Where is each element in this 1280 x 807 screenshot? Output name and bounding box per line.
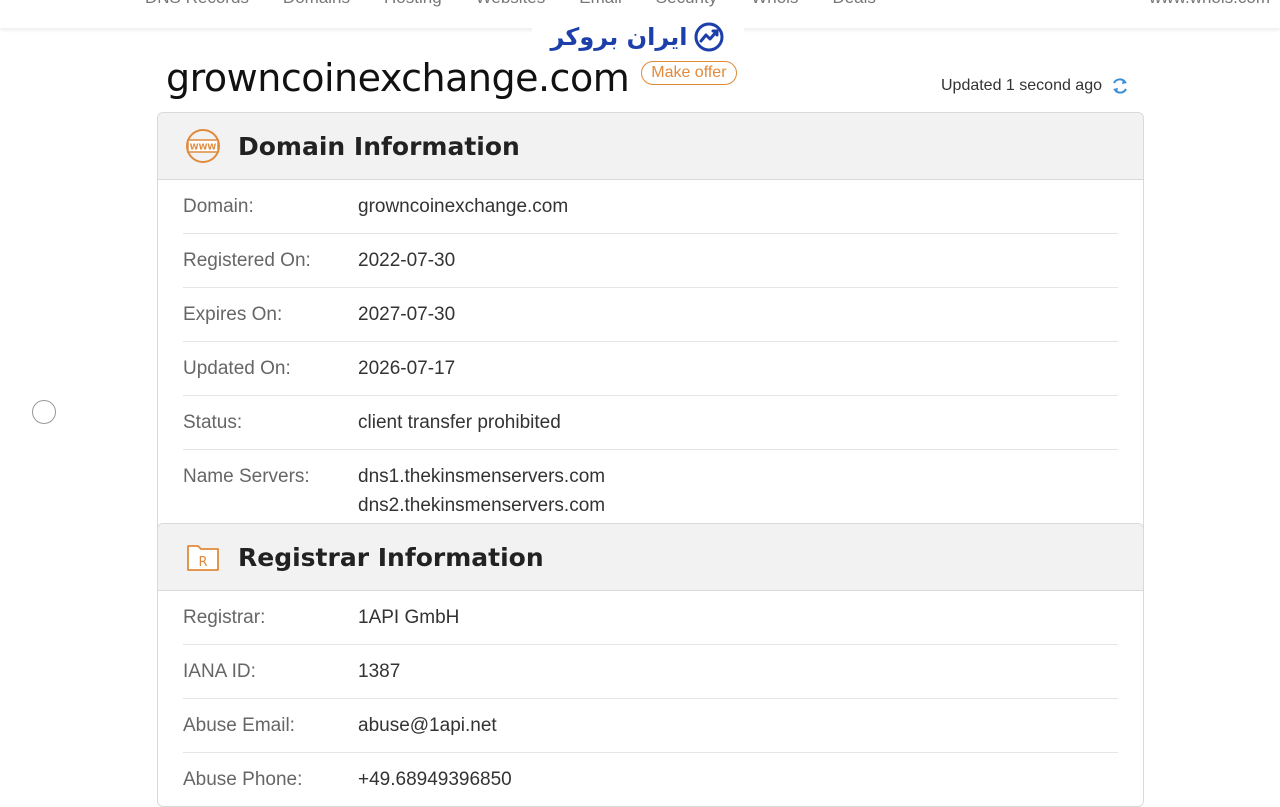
registrar-information-title: Registrar Information (238, 542, 544, 572)
nav-item-security[interactable]: Security (656, 0, 717, 8)
registrar-information-header: R Registrar Information (158, 524, 1143, 591)
row-value: 2026-07-17 (358, 358, 456, 379)
info-row: Updated On: 2026-07-17 (183, 342, 1118, 396)
iran-broker-logo[interactable]: ایران بروکر (532, 14, 744, 60)
registrar-icon: R (187, 545, 219, 571)
row-label: IANA ID: (183, 661, 256, 682)
info-row: IANA ID: 1387 (183, 645, 1118, 699)
row-label: Abuse Phone: (183, 769, 303, 790)
row-label: Registered On: (183, 250, 311, 271)
row-label: Domain: (183, 196, 254, 217)
info-row: Registered On: 2022-07-30 (183, 234, 1118, 288)
row-value: 1387 (358, 661, 401, 682)
make-offer-button[interactable]: Make offer (641, 61, 737, 85)
refresh-icon[interactable] (1110, 76, 1130, 96)
row-label: Abuse Email: (183, 715, 295, 736)
row-value: 2022-07-30 (358, 250, 456, 271)
nav-item-websites[interactable]: Websites (476, 0, 546, 8)
info-row: Status: client transfer prohibited (183, 396, 1118, 450)
nav-item-email[interactable]: Email (579, 0, 622, 8)
info-row: Name Servers: dns1.thekinsmenservers.com… (183, 450, 1118, 532)
domain-information-title: Domain Information (238, 131, 520, 161)
updated-status: Updated 1 second ago (941, 76, 1130, 96)
name-server-2: dns2.thekinsmenservers.com (358, 495, 606, 516)
row-label: Status: (183, 412, 243, 433)
info-row: Registrar: 1API GmbH (183, 591, 1118, 645)
row-value: client transfer prohibited (358, 412, 561, 433)
nav-menu: DNS Records Domains Hosting Websites Ema… (145, 0, 876, 8)
nav-item-hosting[interactable]: Hosting (384, 0, 442, 8)
row-label: Expires On: (183, 304, 283, 325)
row-label: Registrar: (183, 607, 266, 628)
title-row: growncoinexchange.com Make offer (166, 56, 737, 100)
domain-information-header: WWW Domain Information (158, 113, 1143, 180)
row-value: +49.68949396850 (358, 769, 512, 790)
row-value: 2027-07-30 (358, 304, 456, 325)
updated-text: Updated 1 second ago (940, 77, 1102, 94)
page-title: growncoinexchange.com (166, 56, 630, 100)
info-row: Abuse Phone: +49.68949396850 (183, 753, 1118, 806)
row-value: abuse@1api.net (358, 715, 497, 736)
nav-item-deals[interactable]: Deals (832, 0, 875, 8)
row-value: dns1.thekinsmenservers.com dns2.thekinsm… (358, 462, 605, 520)
radio-button[interactable] (32, 400, 56, 424)
row-value: growncoinexchange.com (358, 196, 569, 217)
nav-item-domains[interactable]: Domains (283, 0, 350, 8)
info-row: Domain: growncoinexchange.com (183, 180, 1118, 234)
svg-text:WWW: WWW (190, 143, 217, 152)
nav-item-dns-records[interactable]: DNS Records (145, 0, 249, 8)
nav-item-whois[interactable]: Whois (751, 0, 798, 8)
www-icon: WWW (186, 129, 220, 163)
name-server-1: dns1.thekinsmenservers.com (358, 466, 606, 487)
domain-information-card: WWW Domain Information Domain: growncoin… (157, 112, 1144, 533)
registrar-information-card: R Registrar Information Registrar: 1API … (157, 523, 1144, 807)
logo-text: ایران بروکر (550, 23, 688, 51)
row-value: 1API GmbH (358, 607, 460, 628)
chart-logo-icon (694, 22, 724, 52)
row-label: Name Servers: (183, 466, 310, 487)
site-link[interactable]: www.whois.com (1149, 0, 1270, 8)
info-row: Abuse Email: abuse@1api.net (183, 699, 1118, 753)
info-row: Expires On: 2027-07-30 (183, 288, 1118, 342)
row-label: Updated On: (183, 358, 291, 379)
svg-text:R: R (198, 555, 207, 570)
